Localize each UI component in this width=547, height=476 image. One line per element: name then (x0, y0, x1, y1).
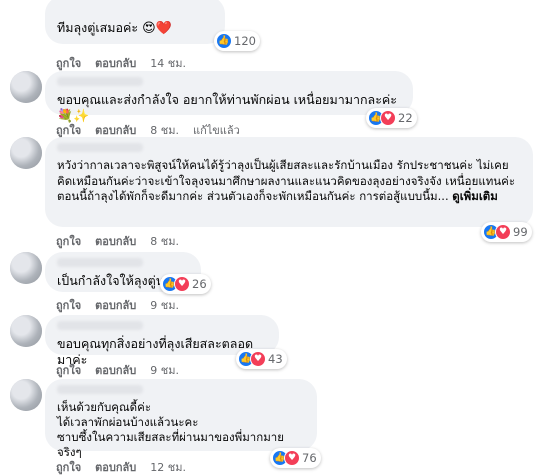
avatar[interactable] (10, 137, 42, 169)
like-link[interactable]: ถูกใจ (56, 54, 81, 72)
timestamp[interactable]: 8 ชม. (150, 232, 179, 250)
comment-bubble: ขอบคุณและส่งกำลังใจ อยากให้ท่านพักผ่อน เ… (45, 71, 413, 124)
love-icon: ♥ (284, 450, 300, 466)
reaction-count[interactable]: 👍 ♥ 43 (236, 349, 287, 369)
author-name[interactable] (57, 385, 143, 394)
comment-bubble: หวังว่ากาลเวลาจะพิสูจน์ให้คนได้รู้ว่าลุง… (45, 137, 533, 227)
comment-text: ทีมลุงตู่เสมอค่ะ (57, 20, 139, 35)
see-more-link[interactable]: ดูเพิ่มเติม (452, 189, 498, 203)
love-icon: ♥ (380, 110, 396, 126)
author-name[interactable] (57, 143, 143, 152)
timestamp[interactable]: 12 ชม. (150, 458, 186, 476)
timestamp[interactable]: 14 ชม. (150, 54, 186, 72)
like-icon: 👍 (216, 33, 232, 49)
author-name[interactable] (57, 321, 143, 330)
comment-text: หวังว่ากาลเวลาจะพิสูจน์ให้คนได้รู้ว่าลุง… (57, 158, 516, 203)
avatar[interactable] (10, 252, 42, 284)
timestamp[interactable]: 9 ชม. (150, 361, 179, 379)
comment-text: ขอบคุณและส่งกำลังใจ อยากให้ท่านพักผ่อน เ… (57, 92, 398, 107)
timestamp[interactable]: 9 ชม. (150, 296, 179, 314)
love-icon: ♥ (174, 276, 190, 292)
reply-link[interactable]: ตอบกลับ (95, 296, 136, 314)
comment-bubble: ทีมลุงตู่เสมอค่ะ 😍❤️ (45, 0, 225, 44)
reaction-count[interactable]: 👍 ♥ 26 (160, 274, 211, 294)
like-link[interactable]: ถูกใจ (56, 232, 81, 250)
reply-link[interactable]: ตอบกลับ (95, 458, 136, 476)
reaction-count[interactable]: 👍 ♥ 22 (366, 108, 417, 128)
comment-actions: ถูกใจ ตอบกลับ 14 ชม. (56, 54, 186, 72)
reaction-count[interactable]: 👍 ♥ 76 (270, 448, 321, 468)
comment-bubble: เห็นด้วยกับคุณดี้ค่ะ ได้เวลาพักผ่อนบ้างแ… (45, 379, 317, 459)
reaction-count[interactable]: 👍 120 (214, 31, 260, 51)
love-icon: ♥ (495, 224, 511, 240)
reply-link[interactable]: ตอบกลับ (95, 54, 136, 72)
avatar[interactable] (10, 315, 42, 347)
comment-actions: ถูกใจ ตอบกลับ 9 ชม. (56, 296, 179, 314)
reaction-count[interactable]: 👍 ♥ 99 (481, 222, 532, 242)
like-link[interactable]: ถูกใจ (56, 361, 81, 379)
avatar[interactable] (10, 71, 42, 103)
comment-actions: ถูกใจ ตอบกลับ 9 ชม. (56, 361, 179, 379)
like-link[interactable]: ถูกใจ (56, 296, 81, 314)
reply-link[interactable]: ตอบกลับ (95, 361, 136, 379)
emoji: 😍❤️ (142, 21, 172, 36)
love-icon: ♥ (250, 351, 266, 367)
comment-actions: ถูกใจ ตอบกลับ 12 ชม. (56, 458, 186, 476)
reply-link[interactable]: ตอบกลับ (95, 232, 136, 250)
author-name[interactable] (57, 77, 143, 86)
like-link[interactable]: ถูกใจ (56, 458, 81, 476)
author-name[interactable] (57, 258, 143, 267)
comment-text: เห็นด้วยกับคุณดี้ค่ะ ได้เวลาพักผ่อนบ้างแ… (57, 400, 284, 459)
avatar[interactable] (10, 379, 42, 411)
comment-actions: ถูกใจ ตอบกลับ 8 ชม. (56, 232, 179, 250)
